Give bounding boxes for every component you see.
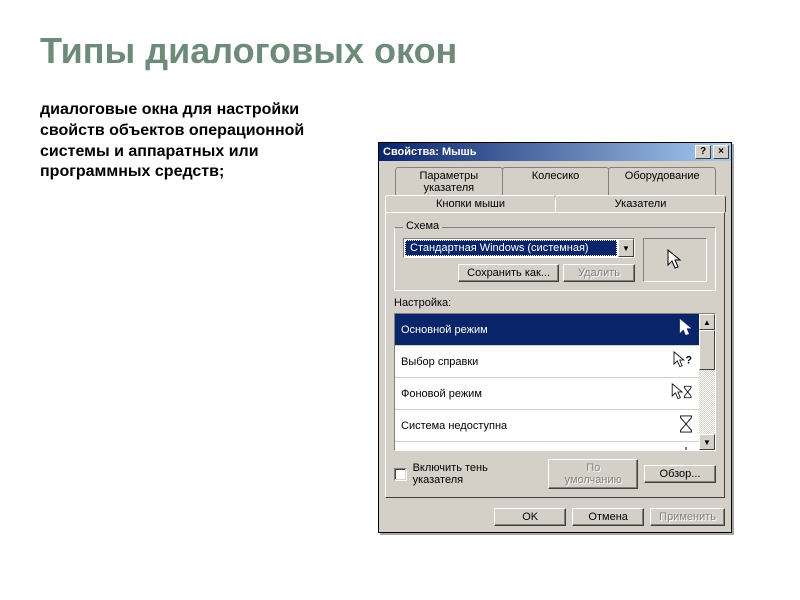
close-button[interactable]: ×	[713, 145, 729, 159]
scheme-groupbox: Стандартная Windows (системная) ▼ Сохран…	[394, 227, 716, 291]
arrow-hourglass-icon	[671, 383, 693, 404]
dialog-button-row: OK Отмена Применить	[379, 502, 731, 532]
tab-pointers[interactable]: Указатели	[555, 195, 726, 212]
tab-row-back: Параметры указателя Колесико Оборудовани…	[385, 167, 725, 196]
dropdown-arrow-icon[interactable]: ▼	[618, 239, 634, 257]
list-item[interactable]: Основной режим	[395, 314, 699, 346]
tab-panel-pointers: Стандартная Windows (системная) ▼ Сохран…	[385, 212, 725, 498]
crosshair-icon	[671, 447, 693, 450]
list-item[interactable]: Фоновой режим	[395, 378, 699, 410]
cancel-button[interactable]: Отмена	[572, 508, 644, 526]
list-item-label: Фоновой режим	[401, 388, 482, 400]
list-item[interactable]: Графическое выделение	[395, 442, 699, 450]
list-item-label: Система недоступна	[401, 420, 507, 432]
window-title: Свойства: Мышь	[383, 146, 693, 158]
apply-button[interactable]: Применить	[650, 508, 725, 526]
list-item-label: Графическое выделение	[401, 450, 528, 451]
delete-button[interactable]: Удалить	[563, 264, 635, 282]
arrow-icon	[671, 319, 693, 340]
tab-buttons[interactable]: Кнопки мыши	[385, 195, 556, 212]
list-item[interactable]: Выбор справки ?	[395, 346, 699, 378]
scroll-track[interactable]	[699, 370, 715, 434]
tab-row-front: Кнопки мыши Указатели	[385, 195, 725, 212]
titlebar[interactable]: Свойства: Мышь ? ×	[379, 143, 731, 161]
help-button[interactable]: ?	[695, 145, 711, 159]
svg-text:?: ?	[685, 354, 692, 366]
list-item-label: Основной режим	[401, 324, 488, 336]
mouse-properties-dialog: Свойства: Мышь ? × Параметры указателя К…	[378, 142, 732, 533]
slide-body-text: диалоговые окна для настройки свойств об…	[40, 100, 320, 183]
arrow-help-icon: ?	[671, 351, 693, 372]
listbox-scrollbar[interactable]: ▲ ▼	[699, 314, 715, 450]
default-button[interactable]: По умолчанию	[548, 459, 638, 489]
slide-title: Типы диалоговых окон	[40, 30, 760, 72]
list-item[interactable]: Система недоступна	[395, 410, 699, 442]
browse-button[interactable]: Обзор...	[644, 465, 716, 483]
tab-hardware[interactable]: Оборудование	[608, 167, 716, 196]
scheme-selected-value: Стандартная Windows (системная)	[405, 240, 617, 256]
scheme-dropdown[interactable]: Стандартная Windows (системная) ▼	[403, 238, 635, 258]
cursor-preview	[643, 238, 707, 282]
arrow-icon	[666, 249, 684, 271]
ok-button[interactable]: OK	[494, 508, 566, 526]
shadow-checkbox[interactable]	[394, 468, 407, 481]
settings-label: Настройка:	[394, 297, 716, 309]
tab-pointer-params[interactable]: Параметры указателя	[395, 167, 503, 196]
shadow-checkbox-label: Включить тень указателя	[413, 462, 537, 486]
hourglass-icon	[671, 415, 693, 436]
list-item-label: Выбор справки	[401, 356, 478, 368]
tab-wheel[interactable]: Колесико	[502, 167, 610, 196]
cursor-listbox[interactable]: Основной режим Выбор справки ? Фоновой р…	[394, 313, 716, 451]
scroll-down-icon[interactable]: ▼	[699, 434, 715, 450]
scroll-up-icon[interactable]: ▲	[699, 314, 715, 330]
save-as-button[interactable]: Сохранить как...	[458, 264, 559, 282]
scroll-thumb[interactable]	[699, 330, 715, 370]
